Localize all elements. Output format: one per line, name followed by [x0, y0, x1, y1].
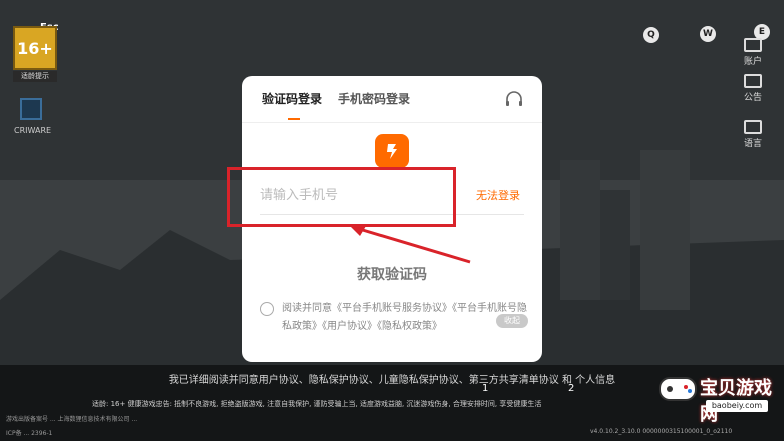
watermark-url: baobeiy.com	[706, 400, 768, 412]
version-text: v4.0.10.2_3.10.0 0000000315100001_0_o211…	[590, 428, 733, 435]
gamepad-icon	[659, 377, 697, 401]
footer-license: 游戏出版备案号 ... 上海数狸信息技术有限公司 ...	[6, 416, 138, 423]
page-number-2: 2	[568, 383, 575, 394]
health-advisory: 适龄: 16+ 健康游戏忠告: 抵制不良游戏, 拒绝盗版游戏, 注意自我保护, …	[92, 400, 542, 408]
footer-icp: ICP备 ... 2396-1	[6, 430, 53, 437]
watermark: 宝贝游戏网 baobeiy.com	[648, 360, 776, 425]
page-number-1: 1	[482, 383, 489, 394]
